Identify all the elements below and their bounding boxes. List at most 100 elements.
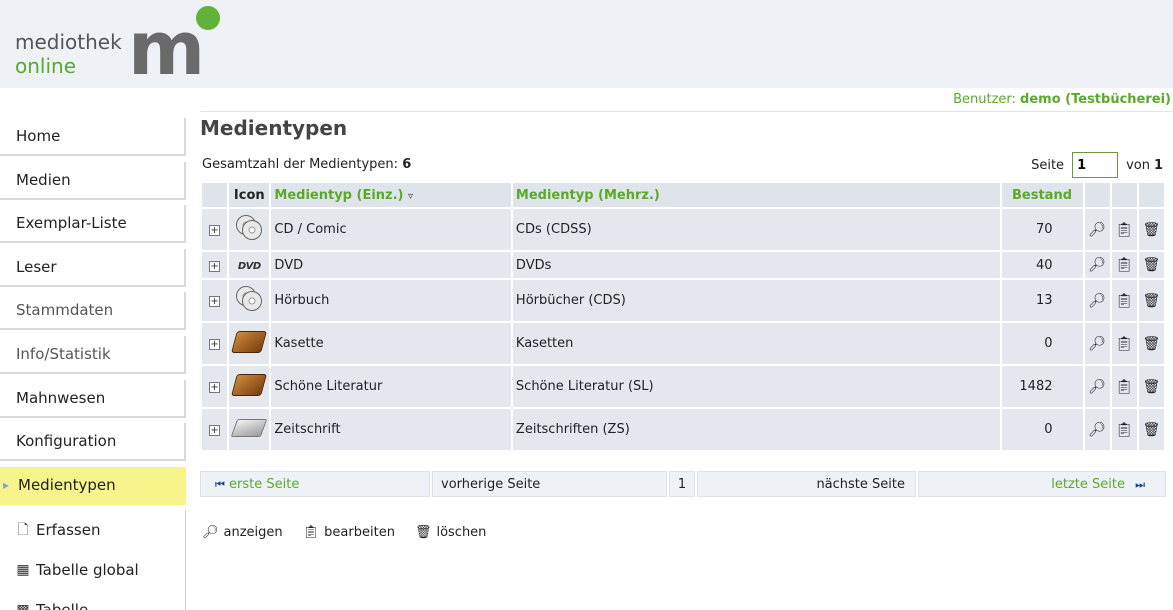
edit-icon[interactable]: 📋︎ (1115, 379, 1133, 395)
edit-icon[interactable]: 📋︎ (1115, 293, 1133, 309)
sidebar-subitem-label: Tabelle global (36, 561, 139, 580)
sidebar-subitem-erfassen[interactable]: 🗋 Erfassen (0, 510, 186, 551)
expand-icon[interactable]: + (209, 425, 221, 436)
current-page: 1 (669, 471, 695, 497)
trash-icon[interactable]: 🗑︎ (1143, 422, 1161, 438)
view-icon[interactable]: 🔎︎ (1088, 336, 1106, 352)
next-page-link[interactable]: nächste Seite (697, 471, 916, 497)
sidebar-item-medien[interactable]: Medien (0, 161, 186, 200)
column-header-single[interactable]: Medientyp (Einz.) ▿ (271, 183, 511, 207)
logo-text[interactable]: mediothek online (15, 30, 122, 78)
view-icon[interactable]: 🔎︎ (1088, 379, 1106, 395)
row-icon-cell (229, 209, 270, 250)
cell-stock: 40 (1002, 252, 1083, 278)
page-input[interactable] (1072, 152, 1119, 178)
page-title: Medientypen (200, 116, 348, 140)
sidebar-item-leser[interactable]: Leser (0, 248, 186, 287)
cd-icon (234, 285, 264, 312)
edit-icon[interactable]: 📋︎ (1115, 336, 1133, 352)
document-icon: 🗋 (17, 522, 29, 539)
delete-action[interactable]: 🗑︎ (1138, 323, 1164, 364)
cell-stock: 1482 (1002, 366, 1083, 407)
sidebar-item-info-statistik[interactable]: Info/Statistik (0, 335, 186, 374)
cell-plural: Zeitschriften (ZS) (512, 409, 1000, 450)
table-icon: ▦ (16, 562, 30, 579)
total-value: 6 (402, 157, 412, 172)
trash-icon[interactable]: 🗑︎ (1143, 257, 1161, 273)
view-action[interactable]: 🔎︎ (1084, 209, 1110, 250)
cell-stock: 0 (1002, 409, 1083, 450)
view-icon: 🔎︎ (202, 525, 219, 540)
view-icon[interactable]: 🔎︎ (1088, 422, 1106, 438)
sidebar-subitem-label: Tabelle (36, 590, 88, 610)
edit-action[interactable]: 📋︎ (1111, 409, 1137, 450)
pagination: ⏮︎ erste Seite vorherige Seite 1 nächste… (200, 471, 1166, 497)
view-icon[interactable]: 🔎︎ (1088, 257, 1106, 273)
user-info: Benutzer: demo (Testbücherei) (200, 90, 1173, 112)
trash-icon[interactable]: 🗑︎ (1143, 379, 1161, 395)
expand-icon[interactable]: + (209, 296, 221, 307)
edit-action[interactable]: 📋︎ (1111, 323, 1137, 364)
table-row: + Hörbuch Hörbücher (CDS) 13 🔎︎ 📋︎ 🗑︎ (202, 280, 1164, 321)
row-expander[interactable]: + (202, 280, 228, 321)
view-action[interactable]: 🔎︎ (1084, 323, 1110, 364)
first-page-link[interactable]: ⏮︎ erste Seite (200, 471, 430, 497)
expand-icon[interactable]: + (209, 382, 221, 393)
edit-action[interactable]: 📋︎ (1111, 252, 1137, 278)
sidebar-item-home[interactable]: Home (0, 118, 186, 156)
sidebar-item-medientypen[interactable]: Medientypen (0, 466, 186, 505)
row-expander[interactable]: + (202, 409, 228, 450)
view-action[interactable]: 🔎︎ (1084, 252, 1110, 278)
sidebar-item-mahnwesen[interactable]: Mahnwesen (0, 379, 186, 418)
row-icon-cell (229, 323, 270, 364)
edit-icon[interactable]: 📋︎ (1115, 222, 1133, 238)
row-expander[interactable]: + (202, 323, 228, 364)
trash-icon[interactable]: 🗑︎ (1143, 336, 1161, 352)
edit-icon[interactable]: 📋︎ (1115, 422, 1133, 438)
row-icon-cell (229, 280, 270, 321)
edit-icon[interactable]: 📋︎ (1115, 257, 1133, 273)
row-icon-cell: DVD (229, 252, 270, 278)
row-expander[interactable]: + (202, 209, 228, 250)
row-expander[interactable]: + (202, 252, 228, 278)
expand-icon[interactable]: + (209, 260, 221, 272)
logo-line2: online (15, 54, 77, 78)
view-action[interactable]: 🔎︎ (1084, 366, 1110, 407)
expand-icon[interactable]: + (209, 225, 221, 236)
sidebar-subitem-tabelle[interactable]: ▩ Tabelle (0, 590, 186, 610)
view-icon[interactable]: 🔎︎ (1088, 222, 1106, 238)
column-header-stock[interactable]: Bestand (1002, 183, 1083, 207)
sidebar-item-stammdaten[interactable]: Stammdaten (0, 292, 186, 331)
delete-action[interactable]: 🗑︎ (1138, 209, 1164, 250)
prev-page-link[interactable]: vorherige Seite (432, 471, 667, 497)
sidebar-item-exemplar-liste[interactable]: Exemplar-Liste (0, 205, 186, 244)
delete-action[interactable]: 🗑︎ (1138, 409, 1164, 450)
row-expander[interactable]: + (202, 366, 228, 407)
cell-stock: 0 (1002, 323, 1083, 364)
edit-action[interactable]: 📋︎ (1111, 366, 1137, 407)
expand-icon[interactable]: + (209, 339, 221, 350)
last-page-icon: ⏭︎ (1135, 478, 1145, 491)
table-row: + CD / Comic CDs (CDSS) 70 🔎︎ 📋︎ 🗑︎ (202, 209, 1164, 250)
view-icon[interactable]: 🔎︎ (1088, 293, 1106, 309)
view-action[interactable]: 🔎︎ (1084, 409, 1110, 450)
trash-icon[interactable]: 🗑︎ (1143, 293, 1161, 309)
column-header-plural[interactable]: Medientyp (Mehrz.) (512, 183, 1000, 207)
edit-action[interactable]: 📋︎ (1111, 209, 1137, 250)
delete-action[interactable]: 🗑︎ (1138, 366, 1164, 407)
cell-single: Hörbuch (271, 280, 511, 321)
page-label: Seite (1031, 157, 1065, 173)
logo-mark: m (128, 6, 205, 92)
action-header-delete (1138, 183, 1164, 207)
sidebar-subitem-tabelle-global[interactable]: ▦ Tabelle global (0, 550, 186, 591)
delete-action[interactable]: 🗑︎ (1138, 280, 1164, 321)
sidebar-item-konfiguration[interactable]: Konfiguration (0, 423, 186, 462)
edit-action[interactable]: 📋︎ (1111, 280, 1137, 321)
table-row: + Schöne Literatur Schöne Literatur (SL)… (202, 366, 1164, 407)
table-row: + Zeitschrift Zeitschriften (ZS) 0 🔎︎ 📋︎… (202, 409, 1164, 450)
trash-icon[interactable]: 🗑︎ (1143, 222, 1161, 238)
last-page-link[interactable]: letzte Seite ⏭︎ (918, 471, 1166, 497)
delete-action[interactable]: 🗑︎ (1138, 252, 1164, 278)
cell-single: Zeitschrift (271, 409, 511, 450)
view-action[interactable]: 🔎︎ (1084, 280, 1110, 321)
